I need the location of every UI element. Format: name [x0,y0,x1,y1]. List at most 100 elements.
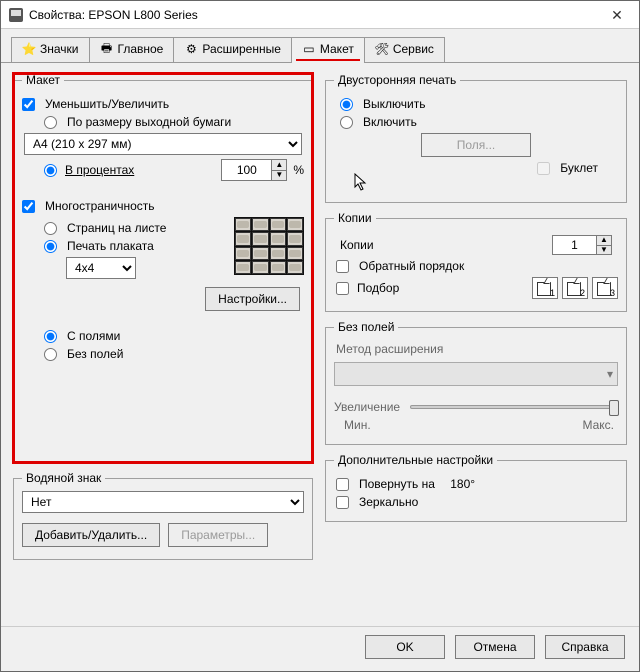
paper-size-row: A4 (210 x 297 мм) [22,133,304,155]
percent-unit: % [293,163,304,177]
tab-pane: Макет Уменьшить/Увеличить По размеру вых… [1,63,639,626]
tab-advanced[interactable]: ⚙ Расширенные [173,37,292,62]
reduce-enlarge-row: Уменьшить/Увеличить [22,97,304,111]
watermark-params-button[interactable]: Параметры... [168,523,268,547]
tab-layout-label: Макет [320,42,354,56]
tab-main-label: Главное [118,42,164,56]
rotate-degrees: 180° [450,477,475,491]
mirror-label: Зеркально [359,495,418,509]
collate-illustration: 1 2 3 [532,277,618,299]
watermark-select[interactable]: Нет [22,491,304,513]
tab-main[interactable]: 🖶 Главное [89,37,175,62]
with-margins-label: С полями [67,329,120,343]
copies-label: Копии [340,238,374,252]
poster-label: Печать плаката [67,239,154,253]
watermark-group: Водяной знак Нет Добавить/Удалить... Пар… [13,471,313,560]
wrench-icon: 🛠 [375,42,389,56]
close-button[interactable]: ✕ [595,1,639,29]
spin-up-icon[interactable]: ▲ [272,160,286,171]
layout-icon: ▭ [302,42,316,56]
additional-legend: Дополнительные настройки [334,453,497,467]
poster-size-select[interactable]: 4x4 [66,257,136,279]
ok-button[interactable]: OK [365,635,445,659]
active-underline [296,59,360,61]
spin-down-icon[interactable]: ▼ [597,246,611,255]
copies-input[interactable] [552,235,596,255]
cancel-button[interactable]: Отмена [455,635,535,659]
left-column: Макет Уменьшить/Увеличить По размеру вых… [13,73,313,618]
copies-legend: Копии [334,211,376,225]
expansion-method-label: Метод расширения [334,340,618,362]
collate-label: Подбор [357,281,399,295]
multipage-row: Многостраничность [22,199,304,213]
window-title: Свойства: EPSON L800 Series [29,8,198,22]
percent-spin-buttons[interactable]: ▲▼ [271,159,287,181]
rotate-checkbox[interactable] [336,478,349,491]
percent-label: В процентах [65,163,134,177]
rotate-label: Повернуть на [359,477,435,491]
expansion-method-select: ▾ [334,362,618,386]
borderless-legend: Без полей [334,320,398,334]
enlarge-label: Увеличение [334,400,400,414]
copies-group: Копии Копии ▲▼ Обратный порядок Подбор [325,211,627,312]
pages-per-sheet-radio[interactable] [44,222,57,235]
collate-checkbox[interactable] [336,282,349,295]
additional-group: Дополнительные настройки Повернуть на 18… [325,453,627,522]
mirror-checkbox[interactable] [336,496,349,509]
reduce-enlarge-checkbox[interactable] [22,98,35,111]
poster-radio[interactable] [44,240,57,253]
watermark-add-remove-button[interactable]: Добавить/Удалить... [22,523,160,547]
reverse-order-checkbox[interactable] [336,260,349,273]
tab-service-label: Сервис [393,42,434,56]
duplex-legend: Двусторонняя печать [334,73,460,87]
right-column: Двусторонняя печать Выключить Включить П… [325,73,627,618]
layout-group: Макет Уменьшить/Увеличить По размеру вых… [13,73,313,463]
borderless-group: Без полей Метод расширения ▾ Увеличение … [325,320,627,445]
cursor-icon [354,173,370,193]
help-button[interactable]: Справка [545,635,625,659]
dialog-footer: OK Отмена Справка [1,626,639,671]
titlebar: Свойства: EPSON L800 Series ✕ [1,1,639,29]
enlarge-slider [410,405,618,409]
poster-settings-button[interactable]: Настройки... [205,287,300,311]
no-margins-label: Без полей [67,347,123,361]
spin-down-icon[interactable]: ▼ [272,171,286,181]
printer-icon [9,8,23,22]
copies-spin-buttons[interactable]: ▲▼ [596,235,612,255]
poster-preview-icon [234,217,304,275]
layout-legend: Макет [22,73,64,87]
tab-icons-label: Значки [40,42,79,56]
tab-layout[interactable]: ▭ Макет [291,37,365,62]
watermark-legend: Водяной знак [22,471,105,485]
duplex-off-label: Выключить [363,97,425,111]
duplex-on-radio[interactable] [340,116,353,129]
by-output-row: По размеру выходной бумаги [22,115,304,129]
booklet-label: Буклет [560,161,598,175]
booklet-checkbox[interactable] [537,162,550,175]
printer-icon: 🖶 [100,42,114,56]
properties-dialog: Свойства: EPSON L800 Series ✕ ⭐ Значки 🖶… [0,0,640,672]
copies-spin[interactable]: ▲▼ [552,235,612,255]
slider-max-label: Макс. [582,418,614,432]
page-stack-icon: 2 [562,277,588,299]
duplex-off-radio[interactable] [340,98,353,111]
percent-radio[interactable] [44,164,57,177]
star-icon: ⭐ [22,42,36,56]
percent-input[interactable] [221,159,271,181]
no-margins-radio[interactable] [44,348,57,361]
tab-strip: ⭐ Значки 🖶 Главное ⚙ Расширенные ▭ Макет… [1,29,639,63]
by-output-label: По размеру выходной бумаги [67,115,231,129]
tab-icons[interactable]: ⭐ Значки [11,37,90,62]
multipage-checkbox[interactable] [22,200,35,213]
duplex-margins-button[interactable]: Поля... [421,133,531,157]
percent-spin[interactable]: ▲▼ [221,159,287,181]
tab-advanced-label: Расширенные [202,42,281,56]
duplex-on-label: Включить [363,115,417,129]
paper-size-select[interactable]: A4 (210 x 297 мм) [24,133,302,155]
tab-service[interactable]: 🛠 Сервис [364,37,445,62]
by-output-radio[interactable] [44,116,57,129]
slider-min-label: Мин. [344,418,371,432]
percent-row: В процентах ▲▼ % [22,159,304,181]
page-stack-icon: 1 [532,277,558,299]
with-margins-radio[interactable] [44,330,57,343]
